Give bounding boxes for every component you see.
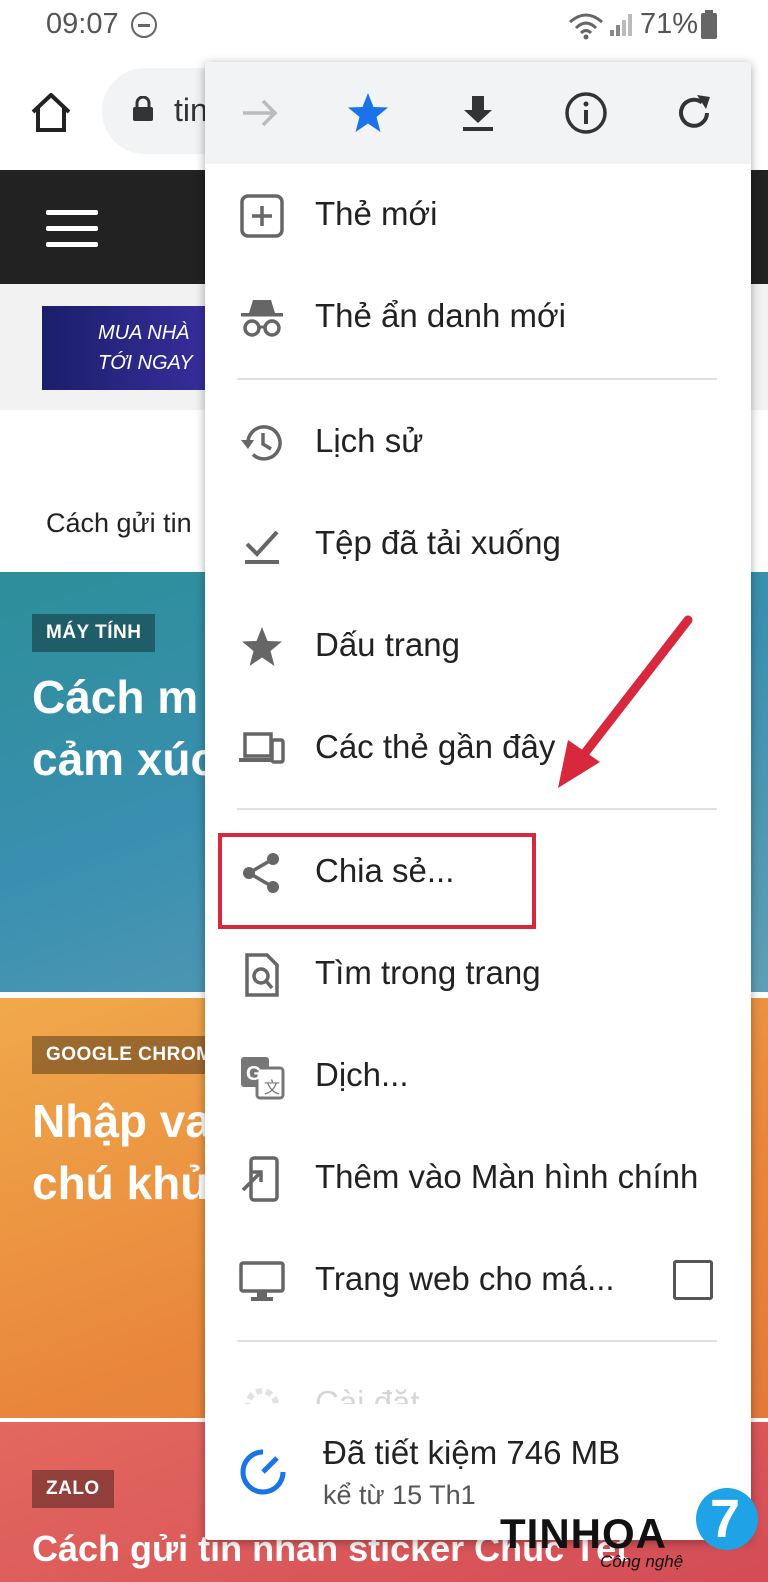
battery-icon — [701, 10, 717, 39]
menu-divider — [237, 808, 717, 810]
svg-text:G: G — [246, 1063, 262, 1085]
refresh-icon[interactable] — [671, 90, 717, 136]
hamburger-menu-icon[interactable] — [46, 210, 98, 248]
menu-item-label: Tìm trong trang — [315, 954, 541, 991]
menu-item-label: Dịch... — [315, 1056, 409, 1093]
logo-subtitle: Công nghệ — [600, 1552, 684, 1571]
new-tab-icon — [240, 194, 284, 238]
category-tag[interactable]: MÁY TÍNH — [32, 614, 156, 652]
home-button[interactable] — [28, 90, 74, 136]
menu-item-label: Trang web cho má... — [315, 1260, 615, 1297]
menu-item-label: Thẻ mới — [315, 195, 438, 232]
menu-item-desktop-site[interactable]: Trang web cho má... — [205, 1230, 751, 1330]
menu-item-label: Thêm vào Màn hình chính — [315, 1158, 699, 1195]
share-highlight-box — [218, 833, 536, 929]
menu-item-translate[interactable]: G 文 Dịch... — [205, 1026, 751, 1126]
menu-divider — [237, 378, 717, 380]
menu-item-label: Tệp đã tải xuống — [315, 524, 561, 561]
menu-item-downloads[interactable]: Tệp đã tải xuống — [205, 494, 751, 594]
desktop-icon — [239, 1261, 285, 1301]
menu-item-incognito[interactable]: Thẻ ẩn danh mới — [205, 267, 751, 367]
red-arrow-annotation — [558, 615, 693, 788]
download-icon[interactable] — [455, 90, 501, 136]
menu-item-history[interactable]: Lịch sử — [205, 392, 751, 492]
add-to-home-icon — [241, 1156, 279, 1202]
find-in-page-icon — [245, 953, 279, 997]
data-saved-amount[interactable]: Đã tiết kiệm 746 MB — [323, 1434, 620, 1472]
article-link-text[interactable]: Cách gửi tin — [46, 508, 192, 539]
lock-icon — [133, 96, 153, 121]
category-tag[interactable]: GOOGLE CHROM — [32, 1036, 227, 1074]
signal-icon — [610, 14, 632, 36]
menu-item-new-tab[interactable]: Thẻ mới — [205, 165, 751, 265]
menu-item-label: Cài đặt — [315, 1384, 420, 1404]
page-info-icon[interactable] — [563, 90, 609, 136]
tinhoa-logo: TINHOA Công nghệ 7 — [500, 1488, 768, 1579]
ad-line-1: MUA NHÀ — [98, 322, 190, 344]
data-saver-icon — [240, 1449, 286, 1495]
menu-item-label: Lịch sử — [315, 422, 424, 459]
history-icon — [241, 425, 282, 461]
status-time: 09:07 — [46, 8, 119, 40]
do-not-disturb-icon — [131, 12, 157, 38]
translate-icon: G 文 — [241, 1057, 285, 1100]
bookmark-star-icon[interactable] — [345, 90, 391, 136]
forward-icon[interactable] — [237, 90, 283, 136]
menu-item-label: Thẻ ẩn danh mới — [315, 297, 566, 334]
menu-item-find-in-page[interactable]: Tìm trong trang — [205, 924, 751, 1024]
status-bar: 09:07 71% — [0, 0, 768, 52]
menu-divider — [237, 1340, 717, 1342]
logo-digit: 7 — [710, 1489, 741, 1549]
svg-text:文: 文 — [264, 1079, 280, 1097]
recent-tabs-icon — [239, 732, 285, 764]
menu-item-add-to-home[interactable]: Thêm vào Màn hình chính — [205, 1128, 751, 1228]
url-text: tin — [174, 92, 208, 128]
desktop-site-checkbox[interactable] — [673, 1260, 713, 1300]
ad-line-2: TỚI NGAY — [98, 352, 193, 374]
data-saved-since: kể từ 15 Th1 — [323, 1480, 476, 1510]
logo-word: TINHOA — [500, 1510, 667, 1557]
menu-action-row — [205, 62, 751, 164]
settings-icon — [245, 1388, 279, 1404]
wifi-icon — [569, 13, 603, 40]
menu-item-label: Dấu trang — [315, 626, 460, 663]
bookmarks-icon — [242, 627, 282, 666]
menu-item-label: Các thẻ gần đây — [315, 728, 556, 765]
category-tag[interactable]: ZALO — [32, 1470, 114, 1508]
battery-percent: 71% — [640, 8, 699, 40]
incognito-icon — [241, 300, 283, 337]
menu-item-settings[interactable]: Cài đặt — [205, 1354, 751, 1404]
logo-seven-badge: 7 — [696, 1488, 758, 1550]
browser-overflow-menu: Thẻ mới Thẻ ẩn danh mới Lịch sử Tệp đã t… — [205, 62, 751, 1540]
ad-banner[interactable]: MUA NHÀ TỚI NGAY — [42, 306, 222, 390]
downloads-icon — [245, 530, 279, 564]
